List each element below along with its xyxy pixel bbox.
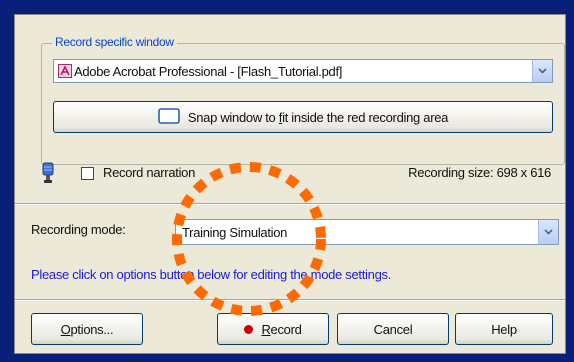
snap-window-label: Snap window to fit inside the red record…: [187, 109, 449, 125]
mode-hint-text: Please click on options button below for…: [31, 267, 392, 282]
record-window-group-label: Record specific window: [52, 35, 177, 49]
cancel-button[interactable]: Cancel: [337, 313, 449, 345]
recording-dialog: Record specific window Adobe Acrobat Pro…: [14, 14, 566, 354]
window-icon: [158, 107, 180, 127]
help-button[interactable]: Help: [455, 313, 553, 345]
record-dot-icon: [244, 324, 254, 334]
microphone-icon: [41, 162, 55, 187]
record-button[interactable]: Record: [217, 313, 329, 345]
recording-mode-value: Training Simulation: [182, 224, 288, 240]
options-button[interactable]: Options...: [31, 313, 143, 345]
chevron-down-icon[interactable]: [532, 60, 552, 82]
recording-mode-label: Recording mode:: [31, 222, 126, 237]
window-select[interactable]: Adobe Acrobat Professional - [Flash_Tuto…: [53, 59, 553, 83]
acrobat-icon: [58, 64, 72, 78]
recording-mode-select[interactable]: Training Simulation: [175, 219, 559, 245]
recording-size-text: Recording size: 698 x 616: [408, 165, 551, 180]
record-narration-label: Record narration: [103, 165, 196, 180]
snap-window-button[interactable]: Snap window to fit inside the red record…: [53, 101, 553, 133]
buttons-divider: [15, 299, 565, 301]
section-divider: [15, 203, 565, 205]
record-narration-checkbox[interactable]: [81, 167, 94, 180]
chevron-down-icon[interactable]: [538, 220, 558, 244]
window-select-value: Adobe Acrobat Professional - [Flash_Tuto…: [74, 63, 343, 79]
